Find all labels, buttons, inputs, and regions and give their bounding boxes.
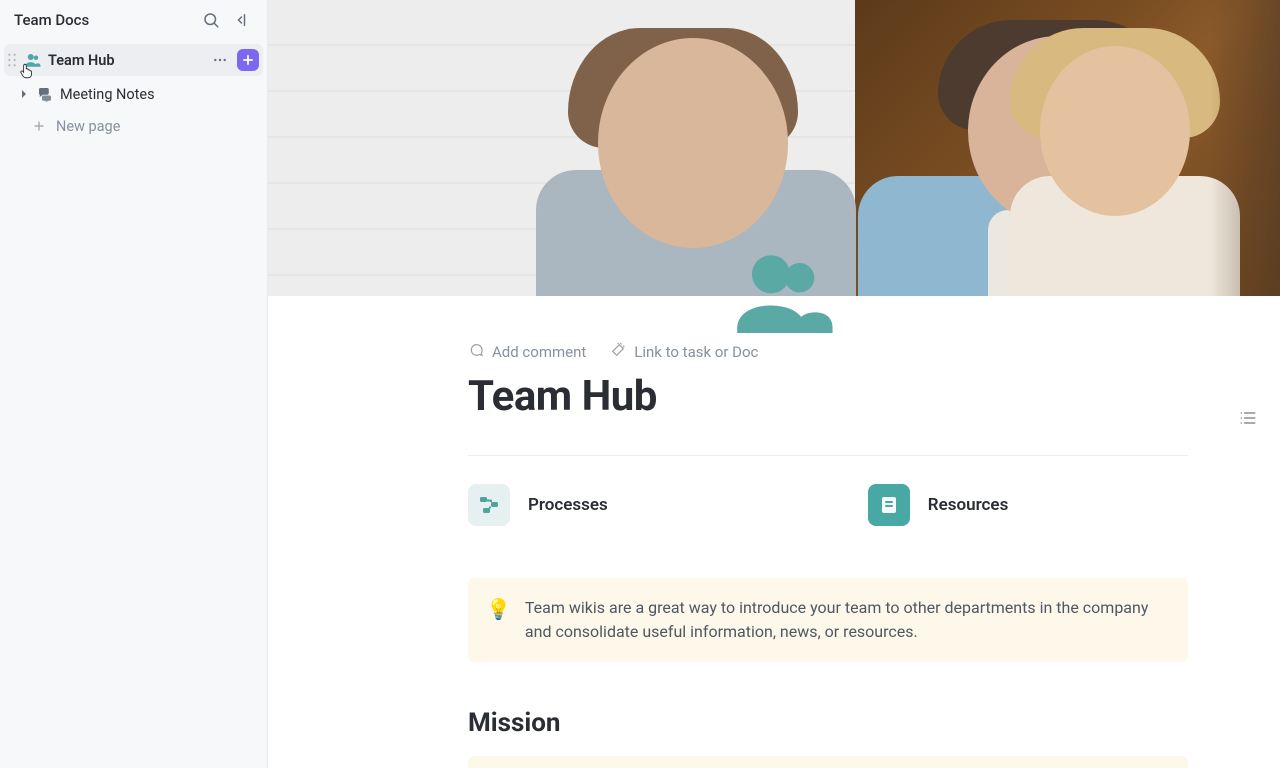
wand-icon xyxy=(610,342,626,362)
flow-icon xyxy=(468,484,510,526)
sidebar-item-meeting-notes[interactable]: Meeting Notes xyxy=(4,78,263,110)
divider xyxy=(468,455,1188,456)
doc-title[interactable]: Team Hub xyxy=(468,372,1188,421)
link-task-button[interactable]: Link to task or Doc xyxy=(610,342,758,362)
tile-label: Resources xyxy=(928,495,1009,515)
page-menu-button[interactable] xyxy=(209,49,231,71)
sidebar-item-label: Meeting Notes xyxy=(60,86,155,103)
book-icon xyxy=(868,484,910,526)
new-page-button[interactable]: New page xyxy=(4,110,263,142)
search-icon[interactable] xyxy=(201,10,221,30)
comment-icon xyxy=(468,342,484,362)
callout-mission-placeholder[interactable]: 💡 Share your team's mission to everybody… xyxy=(468,756,1188,768)
collapse-sidebar-icon[interactable] xyxy=(233,10,253,30)
add-subpage-button[interactable] xyxy=(237,49,259,71)
caret-right-icon[interactable] xyxy=(18,89,30,99)
tile-processes[interactable]: Processes xyxy=(468,484,608,526)
section-heading-mission[interactable]: Mission xyxy=(468,708,1188,738)
sidebar-item-label: Team Hub xyxy=(48,52,115,69)
new-page-label: New page xyxy=(56,118,120,135)
sidebar-title: Team Docs xyxy=(14,11,89,29)
chat-bubbles-icon xyxy=(36,85,54,103)
link-task-label: Link to task or Doc xyxy=(634,343,758,361)
drag-handle-icon[interactable] xyxy=(6,53,18,67)
toc-toggle-icon[interactable] xyxy=(1238,408,1258,428)
tile-resources[interactable]: Resources xyxy=(868,484,1009,526)
add-comment-button[interactable]: Add comment xyxy=(468,342,586,362)
add-comment-label: Add comment xyxy=(492,343,586,361)
people-icon xyxy=(24,51,42,69)
sidebar-item-team-hub[interactable]: Team Hub xyxy=(4,44,263,76)
callout-text: Team wikis are a great way to introduce … xyxy=(525,596,1168,644)
callout-tip[interactable]: 💡 Team wikis are a great way to introduc… xyxy=(468,578,1188,662)
doc-canvas: Add comment Link to task or Doc Team Hub xyxy=(268,0,1280,768)
lightbulb-icon: 💡 xyxy=(486,596,511,644)
tile-label: Processes xyxy=(528,495,608,515)
sidebar: Team Docs Team Hub xyxy=(0,0,268,768)
